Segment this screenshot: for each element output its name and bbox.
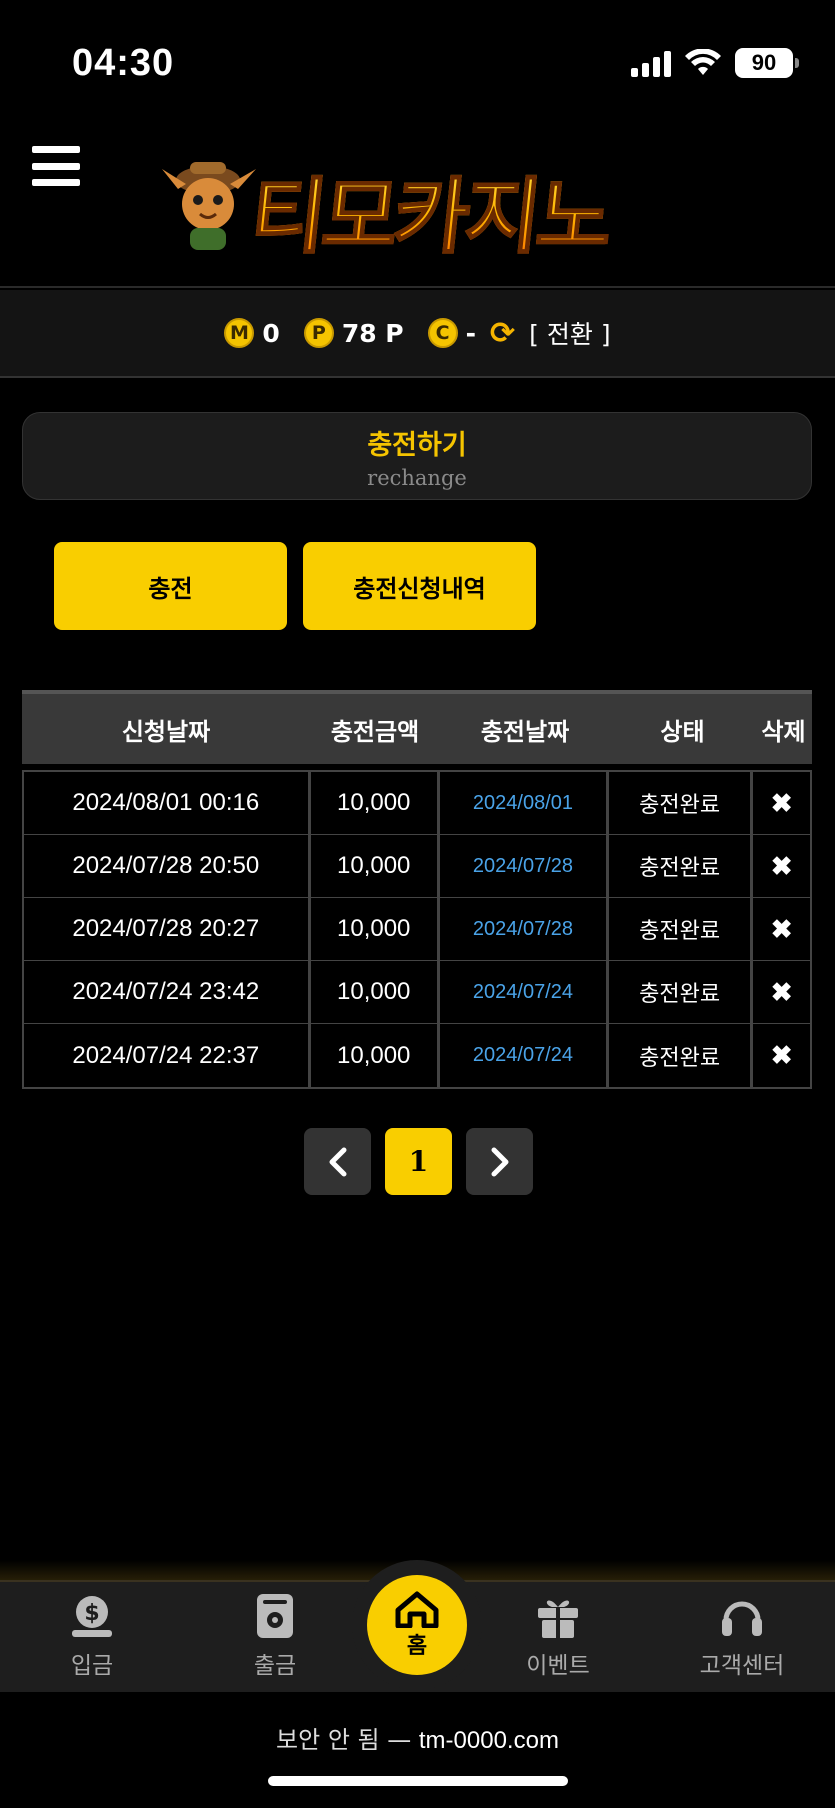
point-value: 78 P xyxy=(341,318,404,348)
switch-button[interactable]: [ 전환 ] xyxy=(529,315,610,351)
site-logo[interactable]: 티모카지노 xyxy=(160,144,655,266)
cell-status: 충전완료 xyxy=(609,772,754,834)
table-header: 신청날짜 충전금액 충전날짜 상태 삭제 xyxy=(22,690,812,764)
header-charge-date: 충전날짜 xyxy=(480,717,570,746)
url-text: tm-0000.com xyxy=(418,1727,559,1754)
cell-request-date: 2024/07/24 23:42 xyxy=(24,961,311,1023)
cell-charge-date: 2024/07/24 xyxy=(440,1024,610,1087)
status-bar: 04:30 90 xyxy=(0,0,835,130)
charge-history-tab-button[interactable]: 충전신청내역 xyxy=(303,542,536,630)
delete-x-icon[interactable]: ✖ xyxy=(771,851,793,882)
delete-cell: ✖ xyxy=(753,835,810,897)
cell-charge-date: 2024/08/01 xyxy=(440,772,610,834)
nav-support[interactable]: 고객센터 xyxy=(672,1592,812,1680)
money-balance: M 0 xyxy=(224,318,289,348)
header-status: 상태 xyxy=(660,717,705,746)
cell-charge-date: 2024/07/28 xyxy=(440,835,610,897)
svg-text:$: $ xyxy=(84,1601,99,1626)
nav-event-label: 이벤트 xyxy=(526,1653,590,1679)
withdraw-safe-icon xyxy=(257,1594,293,1638)
home-indicator[interactable] xyxy=(268,1776,568,1786)
hamburger-menu-icon[interactable] xyxy=(32,146,80,186)
delete-cell: ✖ xyxy=(753,898,810,960)
headset-icon xyxy=(722,1601,762,1636)
nav-home-button[interactable]: 홈 xyxy=(367,1575,467,1675)
nav-event[interactable]: 이벤트 xyxy=(488,1592,628,1680)
header-amount: 충전금액 xyxy=(330,717,420,746)
home-button-wrap: 홈 xyxy=(352,1560,482,1690)
nav-deposit[interactable]: $ 입금 xyxy=(22,1592,162,1680)
deposit-coin-icon: $ xyxy=(72,1596,112,1637)
cell-charge-date: 2024/07/28 xyxy=(440,898,610,960)
cell-request-date: 2024/08/01 00:16 xyxy=(24,772,311,834)
delete-cell: ✖ xyxy=(753,1024,810,1087)
cell-request-date: 2024/07/24 22:37 xyxy=(24,1024,311,1087)
pagination: 1 xyxy=(304,1128,533,1195)
nav-withdraw[interactable]: 출금 xyxy=(205,1592,345,1680)
page-subtitle: rechange xyxy=(367,466,467,490)
refresh-icon[interactable]: ⟳ xyxy=(490,316,515,351)
casino-balance: C - xyxy=(427,318,477,348)
table-row: 2024/08/01 00:16 10,000 2024/08/01 충전완료 … xyxy=(24,772,810,835)
cell-amount: 10,000 xyxy=(311,961,440,1023)
cell-request-date: 2024/07/28 20:27 xyxy=(24,898,311,960)
table-row: 2024/07/24 22:37 10,000 2024/07/24 충전완료 … xyxy=(24,1024,810,1087)
security-warning: 보안 안 됨 — xyxy=(276,1726,412,1754)
site-header: 티모카지노 xyxy=(0,130,835,288)
delete-cell: ✖ xyxy=(753,772,810,834)
status-time: 04:30 xyxy=(72,42,175,84)
table-row: 2024/07/28 20:50 10,000 2024/07/28 충전완료 … xyxy=(24,835,810,898)
nav-support-label: 고객센터 xyxy=(699,1653,785,1679)
table-row: 2024/07/28 20:27 10,000 2024/07/28 충전완료 … xyxy=(24,898,810,961)
cell-amount: 10,000 xyxy=(311,898,440,960)
delete-cell: ✖ xyxy=(753,961,810,1023)
prev-page-button[interactable] xyxy=(304,1128,371,1195)
wifi-icon xyxy=(685,49,721,75)
gift-icon xyxy=(538,1600,578,1638)
delete-x-icon[interactable]: ✖ xyxy=(771,788,793,819)
nav-home-label: 홈 xyxy=(406,1634,428,1659)
delete-x-icon[interactable]: ✖ xyxy=(771,1040,793,1071)
charge-tab-button[interactable]: 충전 xyxy=(54,542,287,630)
cellular-signal-icon xyxy=(631,49,671,77)
nav-withdraw-label: 출금 xyxy=(253,1653,297,1679)
page-number-button[interactable]: 1 xyxy=(385,1128,452,1195)
point-coin-icon: P xyxy=(303,318,334,348)
delete-x-icon[interactable]: ✖ xyxy=(771,914,793,945)
casino-value: - xyxy=(465,318,477,348)
mascot-icon xyxy=(162,162,256,250)
points-bar: M 0 P 78 P C - ⟳ [ 전환 ] xyxy=(0,290,835,378)
money-value: 0 xyxy=(262,318,280,348)
cell-status: 충전완료 xyxy=(609,898,754,960)
table-body: 2024/08/01 00:16 10,000 2024/08/01 충전완료 … xyxy=(22,770,812,1089)
status-icons: 90 xyxy=(631,48,799,78)
header-request-date: 신청날짜 xyxy=(121,717,211,746)
delete-x-icon[interactable]: ✖ xyxy=(771,977,793,1008)
logo-text: 티모카지노 xyxy=(245,150,616,269)
home-icon xyxy=(395,1591,439,1628)
casino-coin-icon: C xyxy=(427,318,458,348)
money-coin-icon: M xyxy=(224,318,255,348)
cell-charge-date: 2024/07/24 xyxy=(440,961,610,1023)
nav-deposit-label: 입금 xyxy=(70,1653,114,1679)
chevron-right-icon xyxy=(491,1147,508,1176)
charge-history-table: 신청날짜 충전금액 충전날짜 상태 삭제 2024/08/01 00:16 10… xyxy=(22,690,812,1089)
browser-url-bar[interactable]: 보안 안 됨 — tm-0000.com xyxy=(0,1720,835,1755)
cell-amount: 10,000 xyxy=(311,772,440,834)
cell-status: 충전완료 xyxy=(609,961,754,1023)
cell-amount: 10,000 xyxy=(311,1024,440,1087)
cell-status: 충전완료 xyxy=(609,835,754,897)
chevron-left-icon xyxy=(329,1147,346,1176)
page-title-card: 충전하기 rechange xyxy=(22,412,812,500)
battery-icon: 90 xyxy=(735,48,799,78)
next-page-button[interactable] xyxy=(466,1128,533,1195)
page-title: 충전하기 xyxy=(367,430,467,461)
cell-status: 충전완료 xyxy=(609,1024,754,1087)
cell-request-date: 2024/07/28 20:50 xyxy=(24,835,311,897)
header-delete: 삭제 xyxy=(761,717,806,746)
table-row: 2024/07/24 23:42 10,000 2024/07/24 충전완료 … xyxy=(24,961,810,1024)
cell-amount: 10,000 xyxy=(311,835,440,897)
point-balance: P 78 P xyxy=(303,318,414,348)
